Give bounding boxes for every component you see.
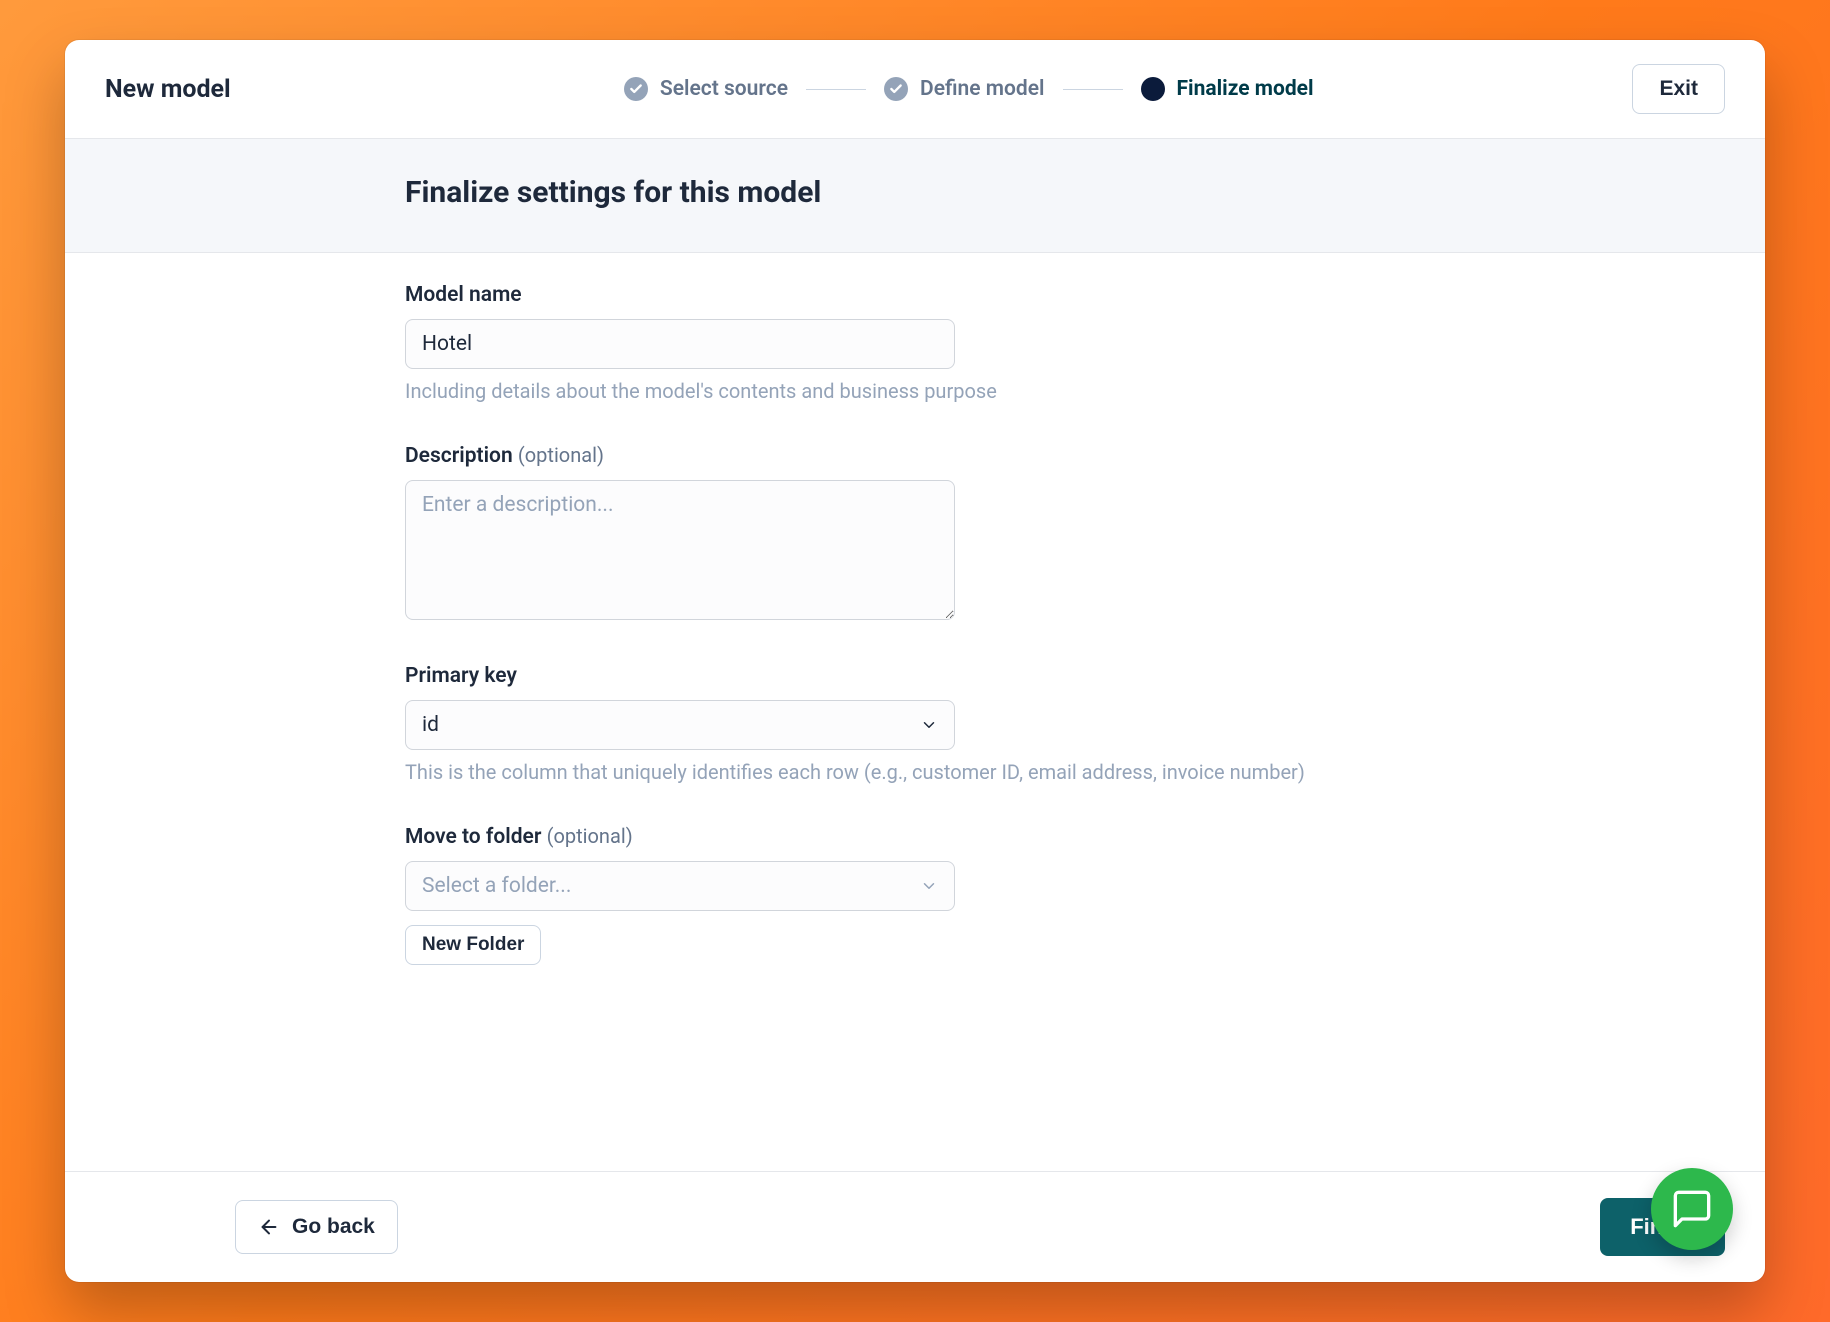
step-finalize-model[interactable]: Finalize model [1141, 77, 1314, 101]
step-connector [1063, 89, 1123, 90]
field-primary-key: Primary key id This is the column that u… [405, 664, 1555, 784]
optional-tag: (optional) [547, 824, 633, 848]
check-circle-icon [624, 77, 648, 101]
description-label-text: Description [405, 444, 513, 468]
form-area: Model name Including details about the m… [65, 253, 1765, 1171]
chevron-down-icon [920, 716, 938, 734]
header: New model Select source Define model Fin… [65, 40, 1765, 139]
chevron-down-icon [920, 877, 938, 895]
active-step-dot-icon [1141, 77, 1165, 101]
stepper: Select source Define model Finalize mode… [329, 77, 1608, 101]
app-window: New model Select source Define model Fin… [65, 40, 1765, 1282]
primary-key-help: This is the column that uniquely identif… [405, 760, 1555, 784]
step-define-model[interactable]: Define model [884, 77, 1044, 101]
exit-button[interactable]: Exit [1632, 64, 1725, 114]
description-label: Description (optional) [405, 443, 1555, 468]
model-name-input[interactable] [405, 319, 955, 369]
step-label: Select source [660, 77, 788, 101]
footer: Go back Finish [65, 1171, 1765, 1282]
chat-launcher-button[interactable] [1651, 1168, 1733, 1250]
primary-key-select[interactable]: id [405, 700, 955, 750]
optional-tag: (optional) [518, 443, 604, 467]
description-input[interactable] [405, 480, 955, 620]
subheader: Finalize settings for this model [65, 139, 1765, 253]
primary-key-value: id [422, 713, 439, 737]
field-model-name: Model name Including details about the m… [405, 283, 1555, 403]
move-to-folder-label: Move to folder (optional) [405, 824, 1555, 849]
page-title: New model [105, 75, 305, 104]
go-back-label: Go back [292, 1215, 375, 1239]
field-move-to-folder: Move to folder (optional) Select a folde… [405, 824, 1555, 965]
go-back-button[interactable]: Go back [235, 1200, 398, 1254]
step-label: Define model [920, 77, 1044, 101]
new-folder-button[interactable]: New Folder [405, 925, 541, 965]
step-connector [806, 89, 866, 90]
move-to-folder-select[interactable]: Select a folder... [405, 861, 955, 911]
move-to-folder-placeholder: Select a folder... [422, 874, 571, 898]
step-select-source[interactable]: Select source [624, 77, 788, 101]
move-to-folder-label-text: Move to folder [405, 825, 541, 849]
model-name-label: Model name [405, 283, 1555, 307]
section-heading: Finalize settings for this model [405, 175, 1555, 210]
chat-icon [1672, 1189, 1712, 1229]
field-description: Description (optional) [405, 443, 1555, 624]
check-circle-icon [884, 77, 908, 101]
primary-key-label: Primary key [405, 664, 1555, 688]
arrow-left-icon [258, 1216, 280, 1238]
step-label: Finalize model [1177, 77, 1314, 101]
model-name-help: Including details about the model's cont… [405, 379, 1555, 403]
